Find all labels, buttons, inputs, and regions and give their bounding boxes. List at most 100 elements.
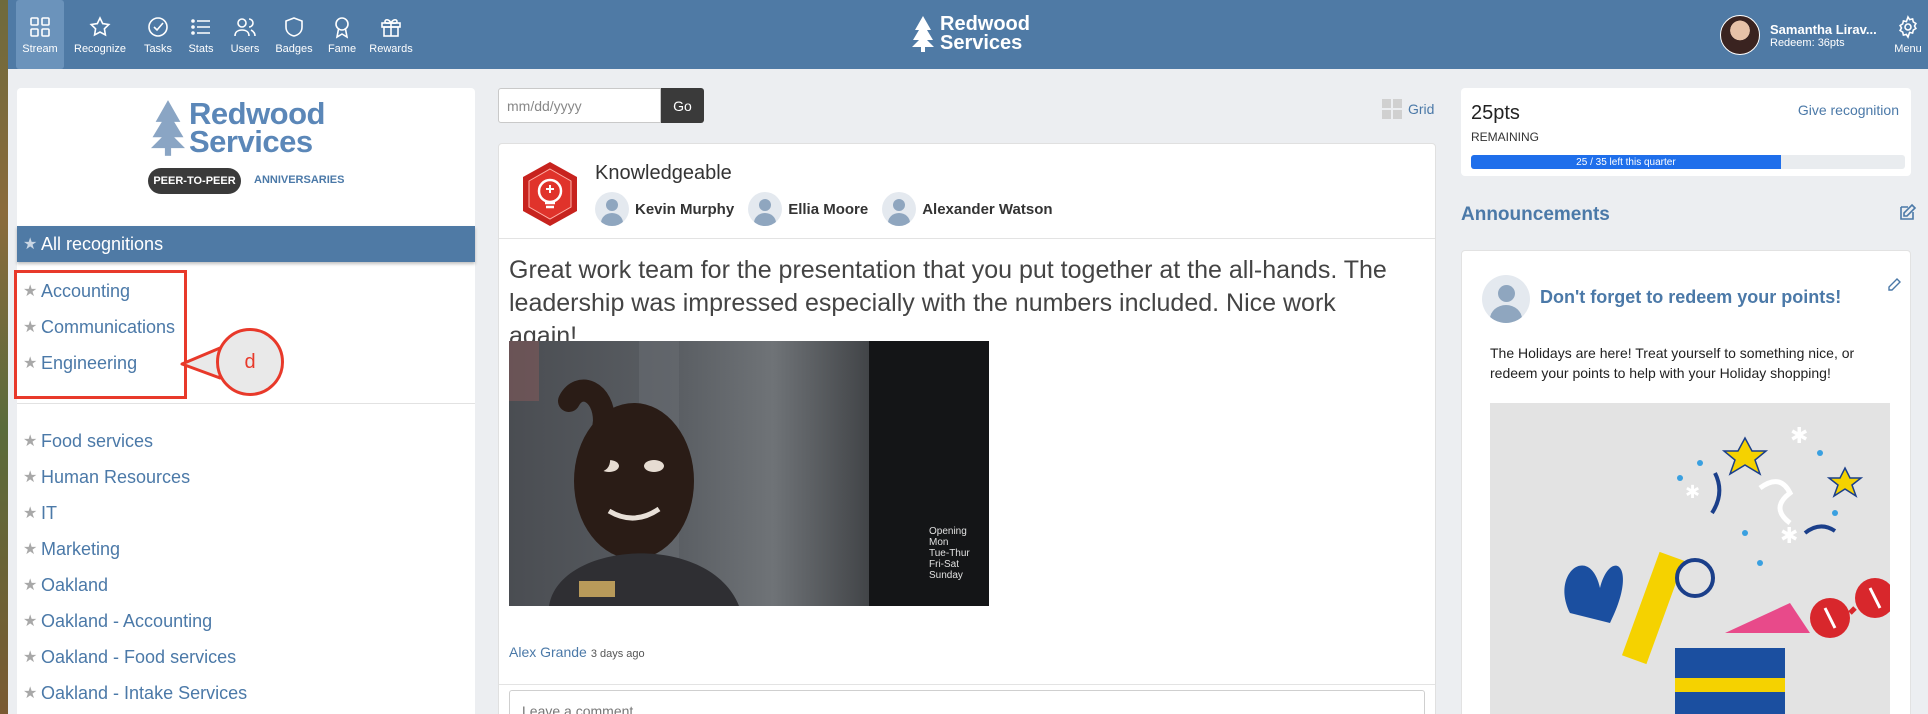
comment-input[interactable]: Leave a comment [509,690,1425,714]
nav-fame[interactable]: Fame [324,0,360,69]
shop-sign-line: Opening [929,526,967,537]
nav-fame-label: Fame [327,42,357,55]
nav-recognize[interactable]: Recognize [74,0,126,69]
holiday-gifts-illustration: ✱ ✱ ✱ [1564,424,1890,714]
announcement-card: Don't forget to redeem your points! The … [1461,250,1911,714]
tree-logo-icon [151,100,185,156]
star-icon: ★ [23,236,38,253]
sidebar-brand-logo: Redwood Services [151,98,326,159]
points-progress-fill: 25 / 35 left this quarter [1471,155,1781,169]
pencil-icon[interactable] [1886,277,1902,293]
announcements-title: Announcements [1461,204,1610,225]
nav-stream-label: Stream [22,42,58,55]
recipient-list: Kevin Murphy Ellia Moore Alexander Watso… [595,192,1053,226]
avatar [748,192,783,226]
sidebar-brand-line2: Services [189,124,313,159]
give-recognition-link[interactable]: Give recognition [1798,102,1899,118]
grid-view-toggle[interactable]: Grid [1382,99,1434,119]
tab-anniversaries[interactable]: ANNIVERSARIES [254,174,344,186]
card-header-divider [499,238,1435,239]
category-label: IT [41,502,57,523]
tree-logo-icon [912,16,934,52]
shop-sign: Opening Mon Tue-Thur Fri-Sat Sunday [929,526,970,581]
nav-stats[interactable]: Stats [184,0,218,69]
svg-text:✱: ✱ [1685,482,1700,503]
points-value: 25pts [1471,102,1520,124]
nav-tasks-label: Tasks [143,42,173,55]
nav-stats-label: Stats [188,42,214,55]
tab-peer-to-peer[interactable]: PEER-TO-PEER [148,168,241,194]
author-link[interactable]: Alex Grande [509,644,587,660]
holiday-illustration: ✱ ✱ ✱ [1490,403,1890,714]
user-profile[interactable]: Samantha Lirav... Redeem: 36pts [1720,12,1877,58]
go-button[interactable]: Go [661,88,704,123]
category-human-resources[interactable]: ★ Human Resources [23,464,190,490]
category-oakland[interactable]: ★ Oakland [23,572,108,598]
post-author-line: Alex Grande 3 days ago [509,644,645,660]
avatar [1482,275,1530,323]
star-icon [89,15,111,36]
top-navigation-bar: Stream Recognize Tasks Stats Users Badge… [8,0,1928,69]
stream-grid-icon [30,16,50,37]
post-time: 3 days ago [590,648,645,660]
recipient[interactable]: Kevin Murphy [595,192,734,226]
nav-stream[interactable]: Stream [16,0,64,69]
category-label: Oakland - Accounting [41,610,213,631]
announcement-body: The Holidays are here! Treat yourself to… [1490,345,1855,381]
nav-badges-label: Badges [275,42,313,55]
menu-button[interactable]: Menu [1888,0,1928,69]
avatar [882,192,917,226]
star-icon: ★ [23,577,38,594]
nav-badges[interactable]: Badges [272,0,316,69]
shield-icon [285,16,303,37]
star-icon: ★ [23,649,38,666]
category-all-recognitions[interactable]: ★ All recognitions [17,226,475,262]
points-progress-bar: 25 / 35 left this quarter [1471,155,1905,169]
category-food-services[interactable]: ★ Food services [23,428,153,454]
list-icon [191,18,210,35]
recipient[interactable]: Alexander Watson [882,192,1053,226]
category-label: Oakland - Food services [41,646,237,667]
check-circle-icon [148,16,168,37]
category-label: Human Resources [41,466,191,487]
category-oakland-accounting[interactable]: ★ Oakland - Accounting [23,608,212,634]
date-filter-input[interactable]: mm/dd/yyyy [498,88,661,123]
category-label: Food services [41,430,154,451]
user-redeem-points: Redeem: 36pts [1770,36,1845,49]
users-icon [234,17,256,36]
recipient[interactable]: Ellia Moore [748,192,868,226]
nav-rewards-label: Rewards [369,42,413,55]
svg-text:✱: ✱ [1780,524,1798,549]
category-label: Oakland - Intake Services [41,682,248,703]
brand-line2: Services [940,32,1023,54]
points-card: 25pts REMAINING Give recognition 25 / 35… [1461,88,1911,176]
shop-sign-line: Fri-Sat [929,559,959,570]
category-it[interactable]: ★ IT [23,500,57,526]
edit-icon[interactable] [1898,202,1918,222]
category-label: Oakland [41,574,109,595]
star-icon: ★ [23,541,38,558]
award-ribbon-icon [335,16,349,39]
nav-users[interactable]: Users [226,0,264,69]
category-marketing[interactable]: ★ Marketing [23,536,120,562]
desktop-background-strip [0,0,8,714]
nav-tasks[interactable]: Tasks [140,0,176,69]
announcement-heading[interactable]: Don't forget to redeem your points! [1540,287,1841,308]
category-oakland-intake-services[interactable]: ★ Oakland - Intake Services [23,680,247,706]
avatar [595,192,629,226]
post-photo[interactable]: Opening Mon Tue-Thur Fri-Sat Sunday [509,341,989,606]
gear-icon [1899,14,1917,39]
category-label: All recognitions [41,233,164,254]
nav-rewards[interactable]: Rewards [368,0,414,69]
nav-users-label: Users [230,42,260,55]
annotation-label: d [216,328,284,396]
shop-sign-line: Mon [929,537,949,548]
recognition-post-card: Knowledgeable Kevin Murphy Ellia Moore A… [498,143,1436,714]
star-icon: ★ [23,433,38,450]
meme-photo-illustration [509,341,989,606]
comment-divider [499,684,1435,685]
category-divider [17,403,475,404]
category-oakland-food-services[interactable]: ★ Oakland - Food services [23,644,236,670]
recognition-message: Great work team for the presentation tha… [509,256,1387,350]
top-brand-logo[interactable]: Redwood Services [912,14,1030,54]
